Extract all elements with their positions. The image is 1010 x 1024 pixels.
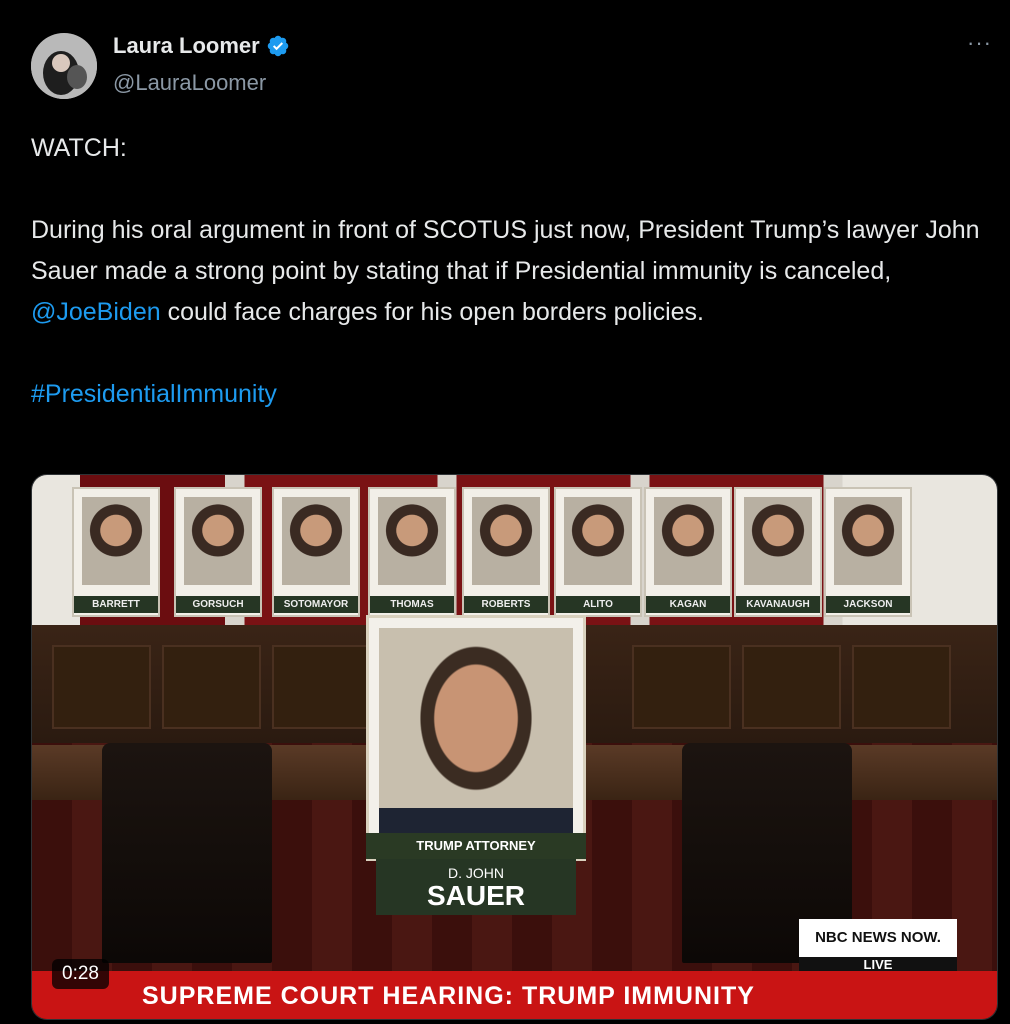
avatar[interactable] — [31, 33, 97, 99]
bench-panel — [272, 645, 371, 729]
attorney-portrait — [366, 615, 586, 861]
bench-panel — [852, 645, 951, 729]
ticker-text: SUPREME COURT HEARING: TRUMP IMMUNITY — [142, 982, 755, 1010]
justice-name: KAVANAUGH — [736, 596, 820, 613]
justice-portrait: ALITO — [554, 487, 642, 617]
justice-name: SOTOMAYOR — [274, 596, 358, 613]
video-player[interactable]: BARRETT GORSUCH SOTOMAYOR THOMAS ROBERTS… — [31, 474, 998, 1020]
verified-badge-icon — [267, 35, 288, 57]
author-handle[interactable]: @LauraLoomer — [113, 70, 266, 96]
justice-name: BARRETT — [74, 596, 158, 613]
attorney-title: TRUMP ATTORNEY — [366, 833, 586, 859]
author-name-row: Laura Loomer — [113, 33, 290, 59]
justice-portrait: KAVANAUGH — [734, 487, 822, 617]
justice-portrait: BARRETT — [72, 487, 160, 617]
tweet-body-part1: During his oral argument in front of SCO… — [31, 216, 980, 285]
attorney-nameplate: D. JOHN SAUER — [376, 859, 576, 915]
justice-portrait: KAGAN — [644, 487, 732, 617]
mention-link[interactable]: @JoeBiden — [31, 298, 161, 326]
avatar-image — [31, 33, 97, 99]
justice-name: JACKSON — [826, 596, 910, 613]
news-ticker: SUPREME COURT HEARING: TRUMP IMMUNITY — [32, 971, 997, 1019]
tweet-line-watch: WATCH: — [31, 134, 127, 162]
justice-portrait: THOMAS — [368, 487, 456, 617]
chair — [102, 743, 272, 963]
justice-name: GORSUCH — [176, 596, 260, 613]
author-display-name[interactable]: Laura Loomer — [113, 33, 260, 59]
tweet-body-part2: could face charges for his open borders … — [160, 298, 704, 326]
bench-panel — [52, 645, 151, 729]
video-duration: 0:28 — [52, 959, 109, 989]
bench-panel — [742, 645, 841, 729]
tweet-body: During his oral argument in front of SCO… — [31, 210, 991, 333]
justice-portrait: GORSUCH — [174, 487, 262, 617]
justice-name: ROBERTS — [464, 596, 548, 613]
justice-portrait: JACKSON — [824, 487, 912, 617]
live-badge: LIVE — [799, 957, 957, 972]
justice-portrait: SOTOMAYOR — [272, 487, 360, 617]
attorney-first-name: D. JOHN — [448, 865, 504, 881]
bench-panel — [162, 645, 261, 729]
justice-name: KAGAN — [646, 596, 730, 613]
network-logo: NBC NEWS NOW. — [799, 919, 957, 957]
justice-name: ALITO — [556, 596, 640, 613]
more-options-icon[interactable]: ··· — [967, 30, 992, 56]
bench-panel — [632, 645, 731, 729]
justice-name: THOMAS — [370, 596, 454, 613]
hashtag-link[interactable]: #PresidentialImmunity — [31, 380, 277, 408]
attorney-last-name: SAUER — [426, 880, 525, 911]
tweet-text: WATCH: During his oral argument in front… — [31, 128, 991, 415]
justice-portrait: ROBERTS — [462, 487, 550, 617]
